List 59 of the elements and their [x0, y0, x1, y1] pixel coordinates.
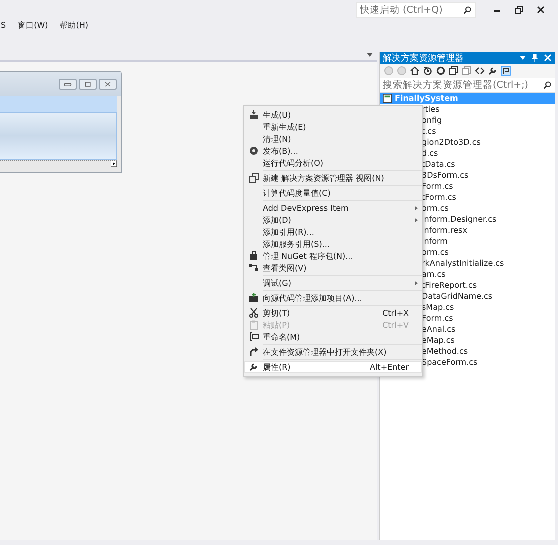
windows-icon	[248, 173, 258, 183]
dropdown-icon[interactable]	[520, 56, 526, 60]
curved-arrow-icon	[248, 347, 258, 357]
code-icon[interactable]	[475, 66, 485, 76]
dropdown-icon[interactable]	[367, 53, 373, 57]
build-icon	[248, 110, 258, 120]
menu-item[interactable]: 帮助(H)	[60, 20, 88, 30]
quick-launch-field[interactable]: 快速启动 (Ctrl+Q)	[356, 2, 476, 18]
menu-item[interactable]: 清理(N)	[244, 133, 422, 145]
search-icon	[463, 6, 472, 14]
scissors-icon	[248, 308, 258, 318]
pin-icon[interactable]	[531, 54, 539, 62]
submenu-arrow-icon	[415, 280, 418, 286]
menu-item[interactable]: 发布(B)...	[244, 145, 422, 157]
menu-item[interactable]: 新建 解决方案资源管理器 视图(N)	[244, 172, 422, 184]
menu-item[interactable]: 运行代码分析(O)	[244, 157, 422, 169]
arrow-icon[interactable]	[111, 161, 117, 167]
submenu-arrow-icon	[415, 218, 418, 222]
project-icon	[383, 94, 392, 103]
menu-item[interactable]: 添加服务引用(S)...	[244, 238, 422, 250]
wrench-icon[interactable]	[488, 66, 498, 76]
maximize-button[interactable]	[79, 78, 97, 90]
menu-item[interactable]: 添加引用(R)...	[244, 226, 422, 238]
package-icon	[248, 251, 258, 261]
home-icon[interactable]	[410, 66, 420, 76]
restore-icon	[514, 5, 524, 15]
search-icon	[543, 80, 552, 90]
close-icon[interactable]	[544, 54, 552, 62]
submenu-arrow-icon	[415, 206, 418, 210]
panel-title: 解决方案资源管理器	[383, 52, 465, 64]
menu-item[interactable]: 调试(G)	[244, 277, 422, 289]
menu-item[interactable]: Add DevExpress Item	[244, 202, 422, 214]
menu-item[interactable]: 添加(D)	[244, 214, 422, 226]
menu-item[interactable]: 窗口(W)	[18, 20, 48, 30]
close-icon	[536, 5, 546, 15]
class-diagram-icon	[248, 263, 258, 273]
menu-item[interactable]: 生成(U)	[244, 109, 422, 121]
menu-item[interactable]: 属性(R) Alt+Enter	[244, 361, 422, 373]
menu-item[interactable]: 管理 NuGet 程序包(N)...	[244, 250, 422, 262]
menu-item[interactable]: 计算代码度量值(C)	[244, 187, 422, 199]
search-field[interactable]: 搜索解决方案资源管理器(Ctrl+;)	[380, 78, 555, 93]
minimize-icon	[64, 82, 72, 86]
maximize-icon	[84, 82, 92, 86]
clipboard-icon	[248, 320, 258, 330]
close-icon	[104, 82, 112, 86]
menu-item[interactable]: 重命名(M)	[244, 331, 422, 343]
menu-item[interactable]: 向源代码管理添加项目(A)...	[244, 292, 422, 304]
menu-item[interactable]: 重新生成(E)	[244, 121, 422, 133]
globe-icon	[248, 146, 258, 156]
menu-item[interactable]: 剪切(T) Ctrl+X	[244, 307, 422, 319]
menu-item[interactable]: 在文件资源管理器中打开文件夹(X)	[244, 346, 422, 358]
menu-item[interactable]: 查看类图(V)	[244, 262, 422, 274]
preview-icon[interactable]	[501, 66, 511, 76]
collapse-icon[interactable]	[449, 66, 459, 76]
history-icon[interactable]	[423, 66, 433, 76]
wrench-icon	[248, 362, 258, 372]
database-add-icon	[248, 293, 258, 303]
rename-icon	[248, 332, 258, 342]
menu-item[interactable]: S	[1, 20, 6, 30]
